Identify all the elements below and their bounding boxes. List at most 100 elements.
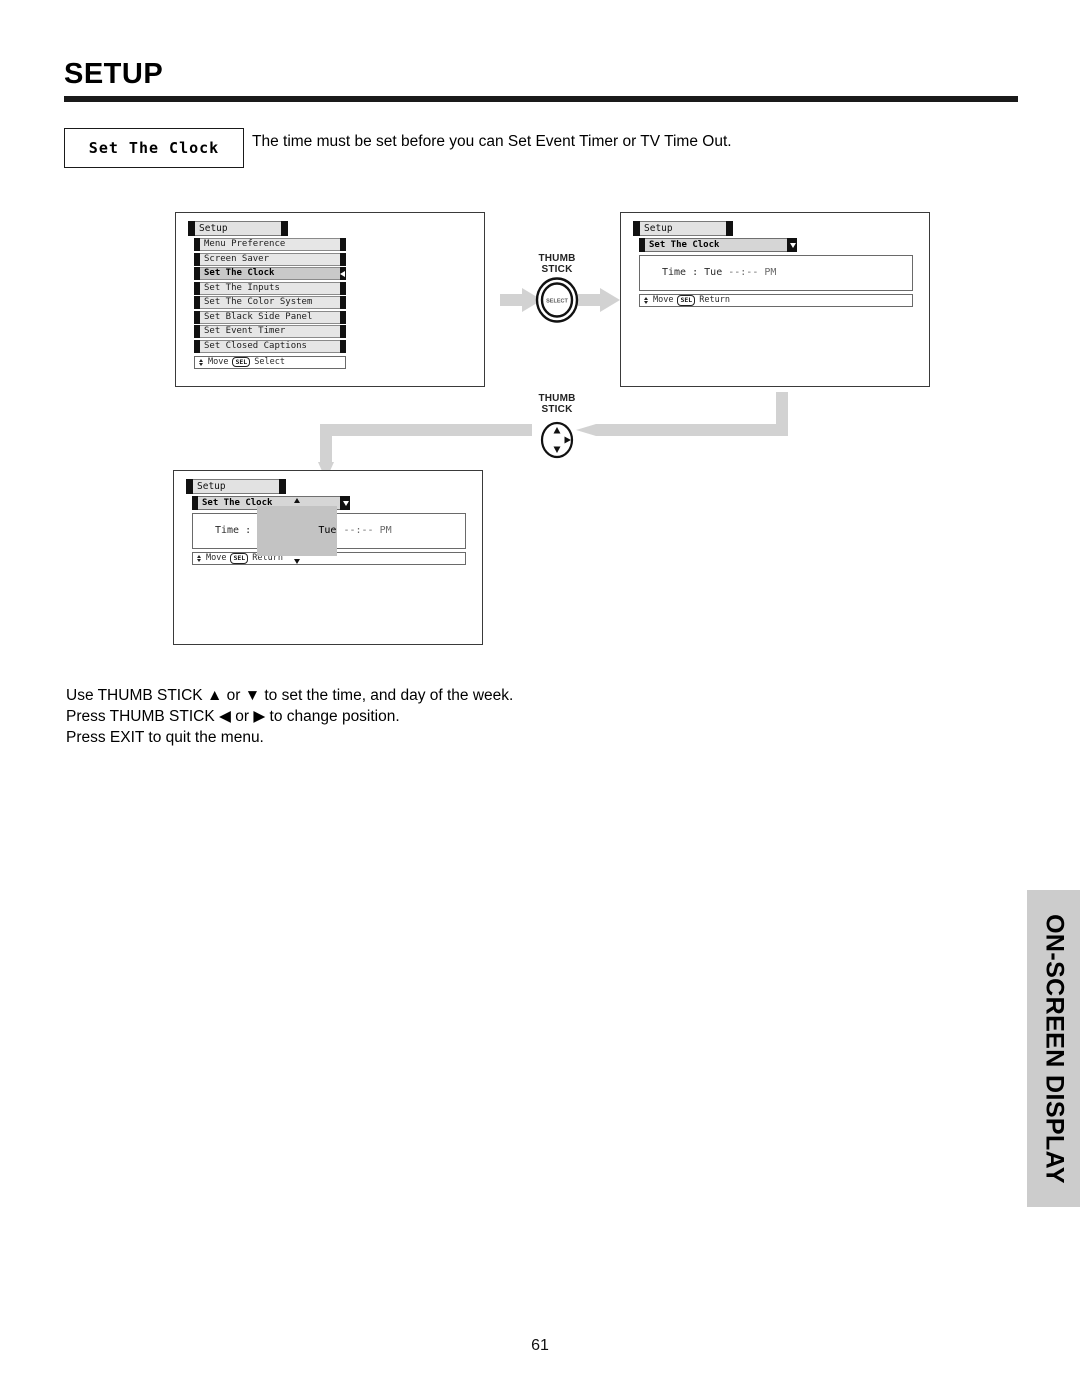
- row-cap-right-icon: [339, 339, 346, 353]
- osd-menu-list: Menu Preference Screen Saver Set The Clo…: [194, 238, 346, 353]
- time-day-value: Tue: [318, 525, 337, 536]
- menu-item-screen-saver[interactable]: Screen Saver: [194, 252, 346, 266]
- titlebar-cap-left-icon: [633, 221, 641, 237]
- row-cap-left-icon: [194, 252, 201, 266]
- time-field[interactable]: Time : Tue --:-- PM: [192, 498, 466, 564]
- time-day-value: Tue: [704, 267, 723, 278]
- thumbstick-label-line1: THUMB: [538, 253, 576, 264]
- osd-footer-hint: Move SEL Select: [194, 355, 346, 369]
- row-cap-left-icon: [194, 339, 201, 353]
- page-number: 61: [531, 1337, 549, 1354]
- row-cap-right-icon: [339, 325, 346, 339]
- thumbstick-label: THUMB STICK: [519, 253, 595, 275]
- thumbstick-label-line2: STICK: [541, 263, 573, 275]
- arrow-down-icon: [294, 559, 301, 564]
- row-cap-left-icon: [194, 281, 201, 295]
- instruction-line-1: Use THUMB STICK ▲ or ▼ to set the time, …: [66, 687, 514, 704]
- row-cap-right-icon: [339, 238, 346, 252]
- menu-item-set-event-timer[interactable]: Set Event Timer: [194, 325, 346, 339]
- thumbstick-select-dial-icon[interactable]: SELECT: [535, 277, 579, 323]
- side-tab-on-screen-display: ON-SCREEN DISPLAY: [1027, 890, 1080, 1207]
- chevron-down-icon: [342, 500, 349, 506]
- chevron-down-icon: [789, 242, 796, 248]
- side-tab-text: ON-SCREEN DISPLAY: [1040, 913, 1068, 1184]
- footer-action-label: Select: [254, 356, 285, 367]
- osd-title-text: Setup: [197, 480, 226, 492]
- menu-item-label: Set Closed Captions: [204, 340, 307, 351]
- menu-item-set-the-color-system[interactable]: Set The Color System: [194, 296, 346, 310]
- menu-item-set-closed-captions[interactable]: Set Closed Captions: [194, 339, 346, 353]
- row-cap-right-icon: [339, 310, 346, 324]
- time-day-stepper[interactable]: Tue: [257, 498, 338, 564]
- titlebar-cap-right-icon: [280, 221, 288, 237]
- up-down-arrows-icon: [199, 358, 203, 366]
- titlebar-cap-right-icon: [278, 479, 286, 495]
- menu-item-set-black-side-panel[interactable]: Set Black Side Panel: [194, 310, 346, 324]
- thumbstick-label: THUMB STICK: [519, 393, 595, 415]
- menu-item-label: Set Black Side Panel: [204, 311, 313, 322]
- instruction-line-3: Press EXIT to quit the menu.: [66, 728, 264, 746]
- menu-item-label: Set The Inputs: [204, 282, 280, 293]
- thumbstick-select-control[interactable]: THUMB STICK SELECT: [519, 253, 595, 323]
- row-cap-left-icon: [194, 325, 201, 339]
- arrow-up-icon: [294, 498, 301, 503]
- section-caption: The time must be set before you can Set …: [252, 133, 732, 150]
- chevron-right-icon: [340, 270, 346, 277]
- osd-title-text: Setup: [199, 222, 228, 234]
- osd-titlebar: Setup: [633, 221, 733, 237]
- osd-panel-set-the-clock-editing: Setup Set The Clock Time : Tue --:-- PM: [173, 470, 483, 645]
- titlebar-cap-left-icon: [186, 479, 194, 495]
- up-down-arrows-icon: [644, 297, 648, 304]
- sel-key-icon: SEL: [232, 356, 251, 368]
- header-rule: [64, 96, 1018, 102]
- osd-title-text: Setup: [644, 222, 673, 234]
- menu-item-label: Set Event Timer: [204, 326, 286, 336]
- osd-dropdown-set-the-clock[interactable]: Set The Clock: [639, 238, 797, 253]
- osd-panel-setup-menu: Setup Menu Preference Screen Saver Set T…: [175, 212, 485, 387]
- footer-move-label: Move: [208, 356, 229, 367]
- row-cap-right-icon: [339, 296, 346, 310]
- time-field-text: Time : Tue --:-- PM: [215, 498, 392, 564]
- menu-item-label: Screen Saver: [204, 253, 270, 264]
- arrow-clock-to-nav-stick: [576, 392, 788, 436]
- instruction-line-2: Press THUMB STICK ◀ or ▶ to change posit…: [66, 707, 400, 725]
- osd-panel-set-the-clock: Setup Set The Clock Time : Tue --:-- PM …: [620, 212, 930, 387]
- row-cap-right-icon: [339, 252, 346, 266]
- osd-footer-text: Move SEL Return: [644, 295, 730, 306]
- time-field[interactable]: Time : Tue --:-- PM: [639, 255, 913, 291]
- section-label-box: Set The Clock: [64, 128, 244, 168]
- thumbstick-label-line1: THUMB: [538, 393, 576, 404]
- drop-cap-left-icon: [639, 238, 646, 253]
- osd-titlebar: Setup: [188, 221, 288, 237]
- time-value: --:-- PM: [337, 525, 392, 536]
- time-prefix: Time :: [662, 267, 705, 278]
- row-cap-left-icon: [194, 238, 201, 252]
- drop-cap-left-icon: [192, 496, 199, 511]
- footer-move-label: Move: [206, 553, 227, 564]
- row-cap-right-icon: [339, 281, 346, 295]
- time-prefix: Time :: [215, 525, 258, 536]
- section-label-text: Set The Clock: [88, 139, 220, 157]
- page-title: SETUP: [64, 58, 164, 90]
- row-cap-left-icon: [194, 296, 201, 310]
- menu-item-label: Set The Color System: [204, 297, 313, 307]
- titlebar-cap-right-icon: [725, 221, 733, 237]
- time-value: --:-- PM: [722, 267, 777, 278]
- menu-item-label: Set The Clock: [204, 268, 275, 278]
- osd-footer-text: Move SEL Select: [199, 356, 285, 368]
- row-cap-left-icon: [194, 310, 201, 324]
- time-field-text: Time : Tue --:-- PM: [662, 268, 776, 278]
- thumbstick-label-line2: STICK: [541, 403, 573, 415]
- row-cap-left-icon: [194, 267, 201, 281]
- thumbstick-nav-control[interactable]: THUMB STICK: [519, 393, 595, 463]
- menu-item-set-the-inputs[interactable]: Set The Inputs: [194, 281, 346, 295]
- sel-key-icon: SEL: [677, 295, 696, 306]
- menu-item-label: Menu Preference: [204, 239, 286, 249]
- thumbstick-nav-dial-icon[interactable]: [535, 417, 579, 463]
- menu-item-set-the-clock[interactable]: Set The Clock: [194, 267, 346, 281]
- menu-item-menu-preference[interactable]: Menu Preference: [194, 238, 346, 252]
- osd-titlebar: Setup: [186, 479, 286, 495]
- osd-dropdown-label: Set The Clock: [649, 239, 720, 250]
- footer-move-label: Move: [653, 295, 674, 306]
- up-down-arrows-icon: [197, 555, 201, 562]
